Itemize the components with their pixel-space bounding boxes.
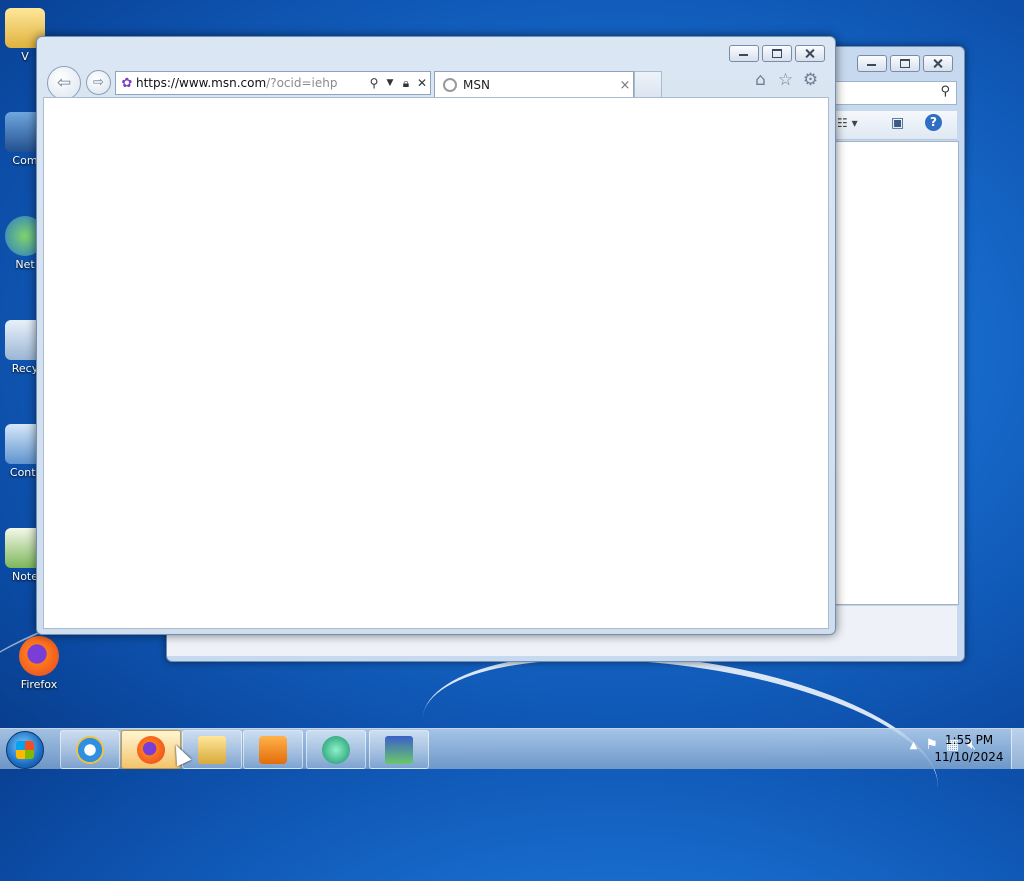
msn-butterfly-icon: ✿ [121,75,133,91]
address-bar[interactable]: ✿ https://www.msn.com/?ocid=iehp ⚲ ▼ 🔒︎ … [115,71,431,95]
media-player-icon [259,735,287,764]
taskbar-app-media-player[interactable] [243,730,303,769]
stop-icon[interactable]: ✕ [414,76,430,90]
home-icon[interactable]: ⌂ [751,71,770,90]
taskbar-app-file-explorer[interactable] [182,730,242,769]
green-app-icon [322,735,350,764]
taskbar-app-internet-explorer[interactable] [60,730,120,769]
view-options-icon[interactable]: ☷ ▾ [837,116,858,130]
start-button[interactable] [6,731,44,769]
preview-pane-icon[interactable]: ▣ [891,115,904,131]
close-button[interactable] [795,45,825,62]
desktop-icon-firefox[interactable]: Firefox [4,636,74,691]
explorer-content-pane[interactable] [835,141,959,605]
taskbar: ▲ ⚑ ▦ 🔇︎ 1:55 PM 11/10/2024 [0,728,1024,769]
lock-icon[interactable]: 🔒︎ [398,76,414,91]
loading-spinner-icon [443,78,457,92]
folder-icon [198,735,226,764]
url-path: /?ocid=iehp [266,76,338,90]
ie-caption-buttons [729,45,825,62]
tab-msn[interactable]: MSN × [434,71,634,98]
search-icon: ⚲ [940,84,950,99]
clock-date: 11/10/2024 [934,750,1004,764]
favorites-star-icon[interactable]: ☆ [776,71,795,90]
help-icon[interactable]: ? [925,114,942,131]
system-clock[interactable]: 1:55 PM 11/10/2024 [934,732,1004,766]
dropdown-arrow-icon[interactable]: ▼ [382,78,398,88]
search-icon[interactable]: ⚲ [366,76,382,90]
url-host: www.msn.com [179,76,267,90]
show-desktop-button[interactable] [1011,729,1024,769]
address-url[interactable]: https://www.msn.com/?ocid=iehp [136,76,366,90]
new-tab-button[interactable] [634,71,662,97]
internet-explorer-icon [76,735,104,764]
taskbar-app-green[interactable] [306,730,366,769]
maximize-button[interactable] [890,55,920,72]
clock-time: 1:55 PM [944,733,994,747]
forward-arrow-icon: ⇨ [93,75,104,90]
show-hidden-icons-chevron-icon[interactable]: ▲ [910,740,918,751]
tab-title: MSN [463,78,490,92]
web-page-viewport[interactable] [43,97,829,629]
taskbar-app-checklist[interactable] [369,730,429,769]
explorer-search-box[interactable]: ⚲ [835,81,957,105]
back-arrow-icon: ⇦ [56,73,72,93]
back-button[interactable]: ⇦ [47,66,81,100]
settings-gear-icon[interactable]: ⚙ [801,71,820,90]
explorer-toolbar: ☷ ▾ ▣ ? [835,111,957,140]
ie-toolbar-icons: ⌂ ☆ ⚙ [751,71,820,90]
maximize-button[interactable] [762,45,792,62]
minimize-button[interactable] [857,55,887,72]
checklist-icon [385,735,413,764]
close-button[interactable] [923,55,953,72]
url-scheme: https:// [136,76,180,90]
firefox-icon [19,636,59,676]
internet-explorer-window[interactable]: ⇦ ⇨ ✿ https://www.msn.com/?ocid=iehp ⚲ ▼… [36,36,836,635]
tab-close-button[interactable]: × [617,78,633,93]
explorer-caption-buttons [857,55,953,72]
forward-button[interactable]: ⇨ [86,70,111,95]
firefox-icon [137,735,165,764]
minimize-button[interactable] [729,45,759,62]
